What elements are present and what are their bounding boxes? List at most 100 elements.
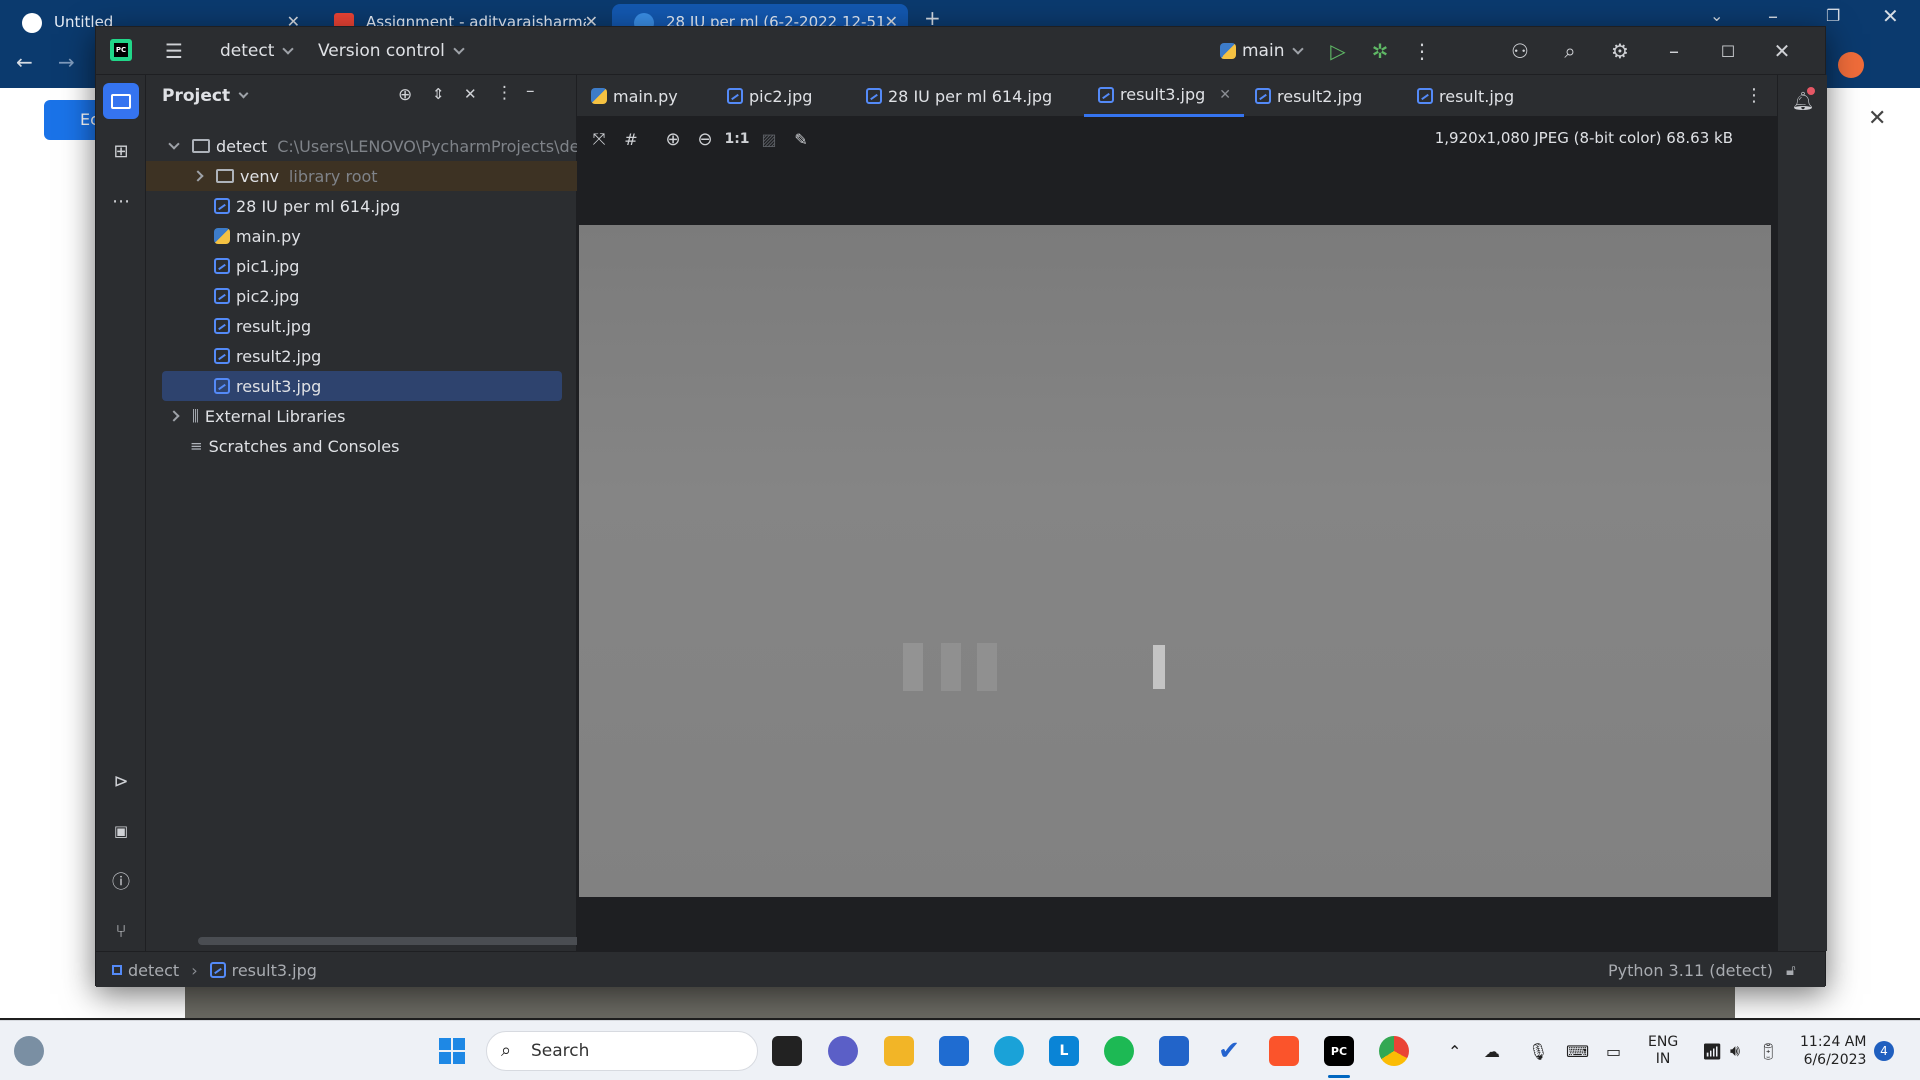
tree-item-file[interactable]: 28 IU per ml 614.jpg — [146, 191, 577, 221]
search-icon[interactable]: ⌕ — [1556, 37, 1584, 65]
tree-item-path: C:\Users\LENOVO\PycharmProjects\det — [277, 136, 586, 156]
tree-item-file[interactable]: result.jpg — [146, 311, 577, 341]
minimize-icon[interactable]: – — [1660, 37, 1688, 65]
tree-item-scratches[interactable]: ≡ Scratches and Consoles — [146, 431, 577, 461]
interpreter-selector[interactable]: Python 3.11 (detect) — [1608, 952, 1773, 988]
tab-result3[interactable]: result3.jpg ✕ — [1084, 75, 1244, 117]
volume-icon[interactable]: 🔊︎ — [1730, 1021, 1740, 1080]
color-picker-icon[interactable]: ✎ — [789, 127, 813, 151]
minimize-icon[interactable]: – — [1768, 4, 1778, 28]
taskbar-search[interactable]: ⌕ Search — [486, 1031, 758, 1071]
close-tab-icon[interactable]: ✕ — [1219, 87, 1231, 103]
tree-item-venv[interactable]: venv library root — [146, 161, 577, 191]
panel-options-icon[interactable]: ⋮ — [496, 83, 513, 103]
tree-item-external-libraries[interactable]: ⫼ External Libraries — [146, 401, 577, 431]
settings-icon[interactable]: ⚙ — [1606, 37, 1634, 65]
close-icon[interactable]: ✕ — [1882, 4, 1899, 28]
forward-icon[interactable]: → — [58, 50, 75, 74]
tree-item-file[interactable]: pic2.jpg — [146, 281, 577, 311]
tray-overflow-icon[interactable]: ⌃ — [1448, 1021, 1461, 1080]
fit-zoom-icon[interactable]: ⤧ — [587, 127, 611, 151]
tree-item-file[interactable]: result2.jpg — [146, 341, 577, 371]
restore-icon[interactable]: ❐ — [1826, 6, 1840, 25]
language-indicator[interactable]: ENG IN — [1648, 1021, 1678, 1080]
terminal-icon[interactable]: ▣ — [103, 813, 139, 849]
chevron-right-icon[interactable] — [192, 170, 204, 182]
tab-28-iu[interactable]: 28 IU per ml 614.jpg — [866, 75, 1052, 117]
close-icon[interactable]: ✕ — [1868, 106, 1886, 131]
add-user-icon[interactable]: ⚇ — [1506, 37, 1534, 65]
display-icon[interactable]: ▭ — [1606, 1021, 1621, 1080]
edge-icon[interactable] — [994, 1036, 1024, 1066]
store-icon[interactable] — [1159, 1036, 1189, 1066]
pycharm-logo[interactable]: PC — [110, 39, 132, 61]
background-icon[interactable]: ▨ — [757, 127, 781, 151]
actual-size-button[interactable]: 1:1 — [724, 127, 749, 151]
tab-result2[interactable]: result2.jpg — [1255, 75, 1362, 117]
image-file-icon — [1255, 88, 1271, 104]
lock-icon[interactable]: 🔓︎ — [1786, 952, 1796, 988]
tab-pic2[interactable]: pic2.jpg — [727, 75, 812, 117]
clock[interactable]: 11:24 AM 6/6/2023 — [1800, 1021, 1866, 1080]
breadcrumb-project[interactable]: detect — [128, 961, 179, 980]
tree-item-detect[interactable]: detect C:\Users\LENOVO\PycharmProjects\d… — [146, 131, 586, 161]
zoom-in-icon[interactable]: ⊕ — [661, 127, 685, 151]
vcs-menu[interactable]: Version control — [318, 27, 465, 75]
brave-icon[interactable] — [1269, 1036, 1299, 1066]
project-panel-title[interactable]: Project — [162, 86, 230, 106]
breadcrumb-file[interactable]: result3.jpg — [232, 961, 317, 980]
chevron-right-icon[interactable] — [168, 410, 180, 422]
notifications-icon[interactable]: 🔔︎ — [1785, 83, 1821, 119]
project-tool-button[interactable] — [103, 83, 139, 119]
locate-file-icon[interactable]: ⊕ — [398, 85, 412, 105]
collapse-all-icon[interactable]: ✕ — [464, 85, 477, 103]
expand-all-icon[interactable]: ⇕ — [432, 85, 445, 103]
mail-icon[interactable] — [939, 1036, 969, 1066]
grid-icon[interactable]: # — [619, 127, 643, 151]
run-icon[interactable]: ▷ — [1324, 37, 1352, 65]
file-explorer-icon[interactable] — [884, 1036, 914, 1066]
maximize-icon[interactable]: ☐ — [1714, 37, 1742, 65]
tab-result[interactable]: result.jpg — [1417, 75, 1514, 117]
run-config-selector[interactable]: main — [1220, 27, 1305, 75]
microphone-icon[interactable]: 🎙︎ — [1528, 1021, 1548, 1080]
zoom-out-icon[interactable]: ⊖ — [693, 127, 717, 151]
tab-main-py[interactable]: main.py — [591, 75, 678, 117]
notification-badge[interactable]: 4 — [1874, 1041, 1894, 1061]
app-l-icon[interactable]: L — [1049, 1036, 1079, 1066]
git-icon[interactable]: ⑂ — [103, 913, 139, 949]
wifi-icon[interactable]: 📶︎ — [1702, 1021, 1722, 1080]
globe-icon — [22, 13, 42, 33]
tab-options-icon[interactable]: ⋮ — [1745, 85, 1763, 106]
close-icon[interactable]: ✕ — [1768, 37, 1796, 65]
chat-icon[interactable] — [828, 1036, 858, 1066]
back-icon[interactable]: ← — [16, 50, 33, 74]
onedrive-tray-icon[interactable]: ☁ — [1484, 1021, 1500, 1080]
keyboard-icon[interactable]: ⌨ — [1566, 1021, 1589, 1080]
problems-icon[interactable]: ⓘ — [103, 863, 139, 899]
project-switcher[interactable]: detect — [220, 27, 295, 75]
battery-icon[interactable]: 🔋︎ — [1758, 1021, 1778, 1080]
run-tool-icon[interactable]: ⊳ — [103, 763, 139, 799]
horizontal-scrollbar[interactable] — [198, 937, 586, 945]
weather-icon[interactable] — [14, 1036, 44, 1066]
windows-start-icon[interactable] — [437, 1036, 467, 1066]
profile-avatar[interactable] — [1838, 52, 1864, 78]
chevron-down-icon[interactable] — [238, 88, 249, 99]
spotify-icon[interactable] — [1104, 1036, 1134, 1066]
structure-icon[interactable]: ⊞ — [103, 133, 139, 169]
more-actions-icon[interactable]: ⋮ — [1408, 37, 1436, 65]
tree-item-file[interactable]: main.py — [146, 221, 577, 251]
todo-icon[interactable]: ✔ — [1214, 1036, 1244, 1066]
debug-icon[interactable]: ✲ — [1366, 37, 1394, 65]
main-menu-icon[interactable]: ☰ — [160, 37, 188, 65]
tree-item-selected-file[interactable]: result3.jpg — [162, 371, 562, 401]
hide-panel-icon[interactable]: – — [526, 81, 535, 101]
tree-item-file[interactable]: pic1.jpg — [146, 251, 577, 281]
task-view-icon[interactable] — [772, 1036, 802, 1066]
chevron-down-icon[interactable] — [168, 137, 180, 150]
more-tools-icon[interactable]: ⋯ — [103, 183, 139, 219]
chrome-icon[interactable] — [1379, 1036, 1409, 1066]
pycharm-taskbar-icon[interactable]: PC — [1324, 1036, 1354, 1066]
tab-list-icon[interactable]: ⌄ — [1710, 6, 1723, 25]
